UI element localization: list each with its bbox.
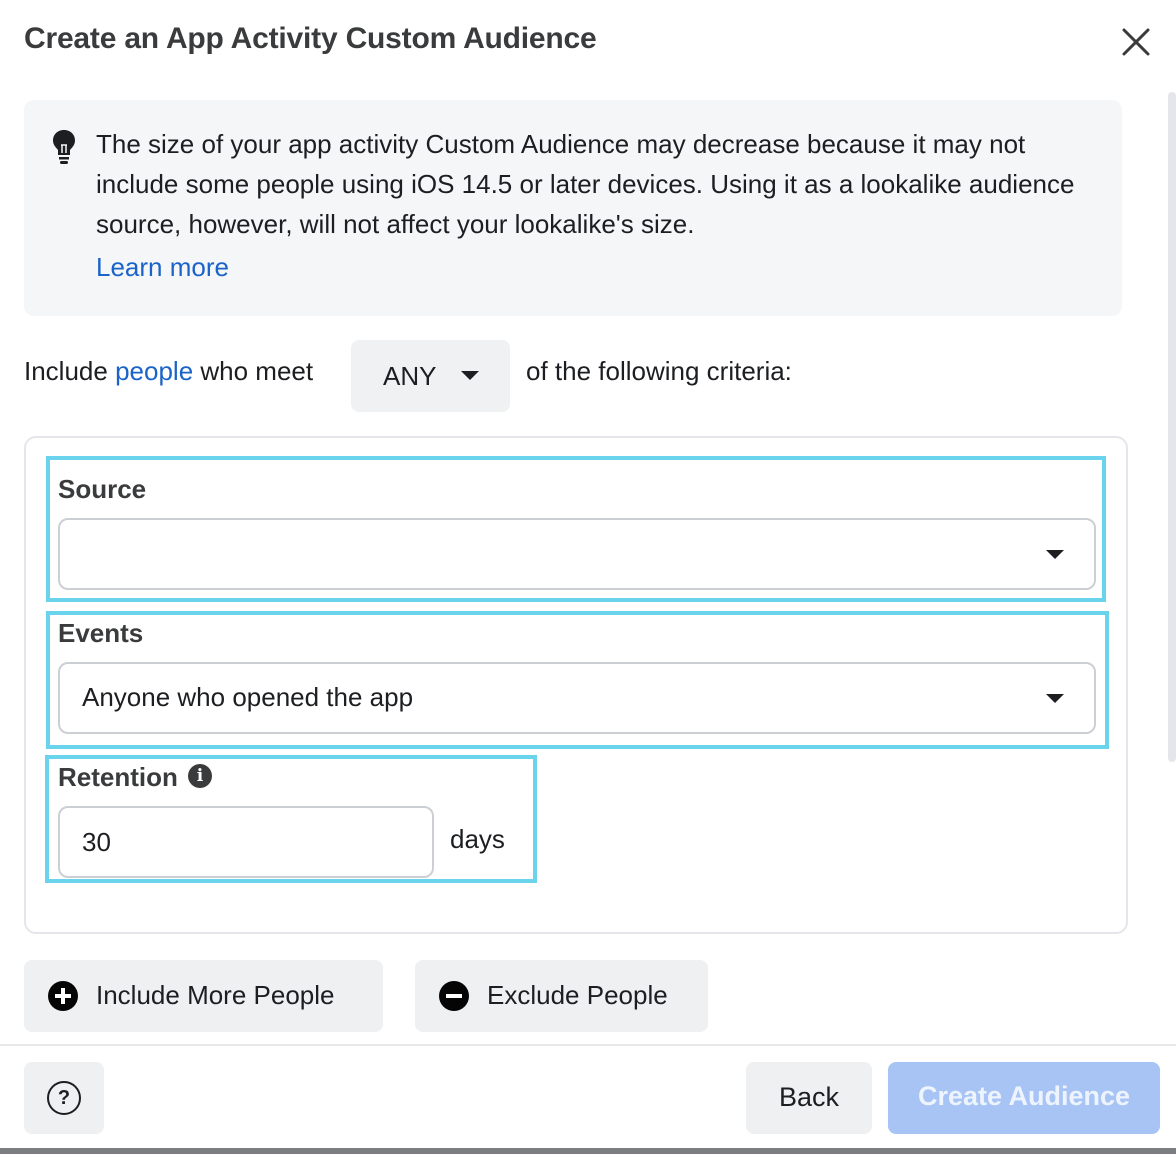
source-dropdown[interactable] [58,518,1096,590]
help-button[interactable]: ? [24,1062,104,1134]
caret-down-icon [1046,694,1064,703]
caret-down-icon [1046,550,1064,559]
close-button[interactable] [1116,22,1156,62]
criteria-row: Include people who meet ANY of the follo… [24,340,924,412]
match-type-value: ANY [383,361,437,391]
window-bottom-edge [0,1148,1176,1154]
ios-notice-box: The size of your app activity Custom Aud… [24,100,1122,316]
close-icon [1122,28,1150,56]
criteria-suffix: of the following criteria: [526,356,792,386]
back-label: Back [778,1082,840,1112]
retention-days-input[interactable] [58,806,434,878]
learn-more-link[interactable]: Learn more [96,252,229,283]
scrollbar[interactable] [1168,92,1176,762]
retention-unit: days [450,824,505,854]
create-audience-label: Create Audience [917,1081,1131,1111]
info-icon[interactable]: i [188,764,212,788]
retention-label: Retention [58,762,178,792]
dialog-title: Create an App Activity Custom Audience [24,22,597,55]
create-audience-dialog: Create an App Activity Custom Audience T… [0,0,1176,1156]
include-more-label: Include More People [96,980,335,1010]
minus-circle-icon [439,981,469,1011]
create-audience-button[interactable]: Create Audience [888,1062,1160,1134]
back-button[interactable]: Back [746,1062,872,1134]
caret-down-icon [461,371,479,380]
people-link[interactable]: people [115,356,193,386]
match-type-dropdown[interactable]: ANY [351,340,510,412]
include-more-people-button[interactable]: Include More People [24,960,383,1032]
question-circle-icon: ? [47,1081,81,1115]
events-value: Anyone who opened the app [82,682,414,712]
notice-text: The size of your app activity Custom Aud… [96,129,1075,239]
source-label: Source [58,474,147,504]
exclude-label: Exclude People [487,980,668,1010]
plus-circle-icon [48,981,78,1011]
events-label: Events [58,618,144,648]
events-dropdown[interactable]: Anyone who opened the app [58,662,1096,734]
criteria-middle: who meet [193,356,314,386]
lightbulb-icon [53,130,75,164]
dialog-footer: ? Back Create Audience [0,1044,1176,1156]
criteria-prefix: Include [24,356,116,386]
exclude-people-button[interactable]: Exclude People [415,960,708,1032]
criteria-prefix-text: Include people who meet [24,356,313,387]
